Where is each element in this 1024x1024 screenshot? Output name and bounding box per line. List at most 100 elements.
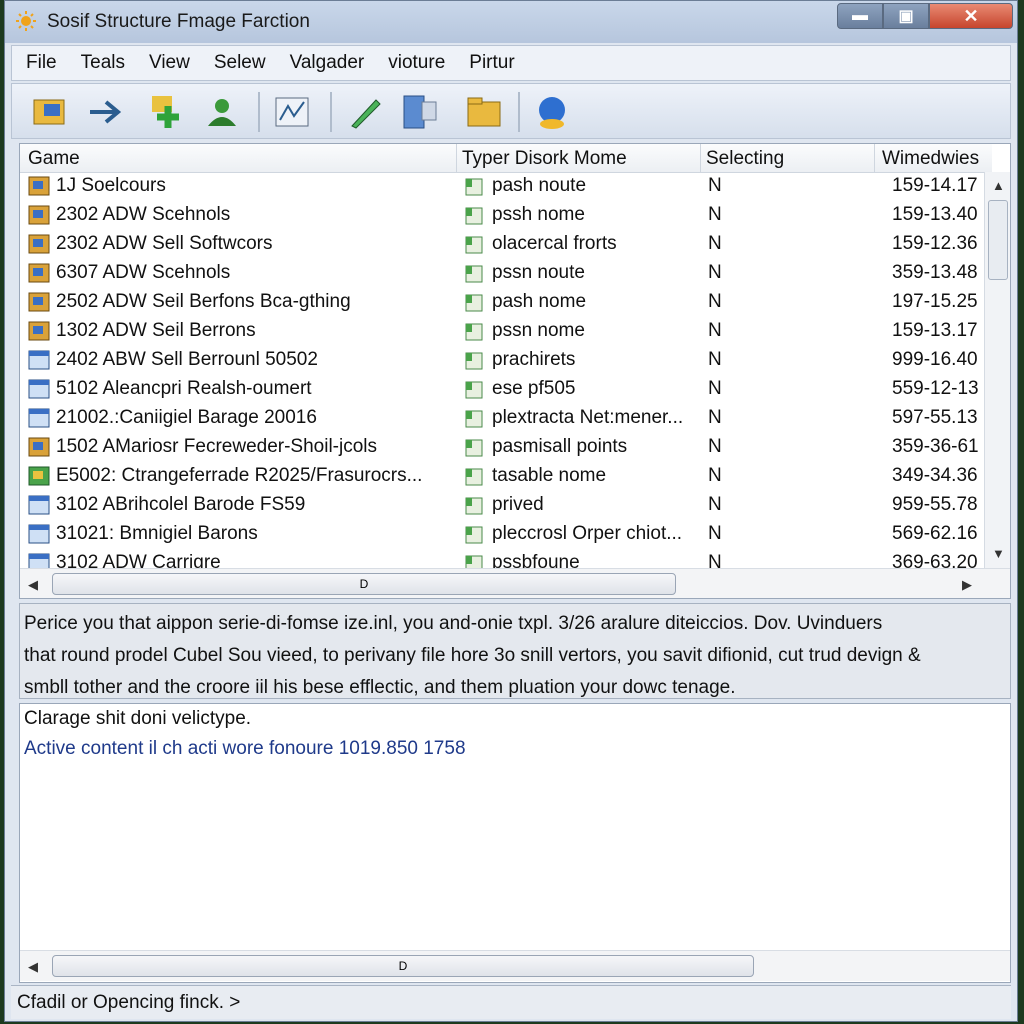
list-row[interactable]: 1502 AMariosr Fecreweder-Shoil-jcols pas… bbox=[20, 433, 992, 462]
folder-open-icon[interactable] bbox=[30, 92, 70, 132]
list-row[interactable]: 5102 Aleancpri Realsh-oumert ese pf505 N… bbox=[20, 375, 992, 404]
row-windows: 999-16.40 bbox=[892, 349, 978, 370]
details-horizontal-scrollbar[interactable]: ◀ D bbox=[20, 950, 1010, 981]
row-name: E5002: Ctrangeferrade R2025/Frasurocrs..… bbox=[56, 465, 423, 486]
scroll-down-icon[interactable]: ▼ bbox=[992, 546, 1005, 561]
row-windows: 597-55.13 bbox=[892, 407, 978, 428]
list-row[interactable]: 21002.:Caniigiel Barage 20016 plextracta… bbox=[20, 404, 992, 433]
description-panel: Perice you that aippon serie-di-fomse iz… bbox=[19, 603, 1011, 699]
row-name: 1302 ADW Seil Berrons bbox=[56, 320, 256, 341]
row-name: 21002.:Caniigiel Barage 20016 bbox=[56, 407, 317, 428]
document-icon bbox=[465, 323, 483, 341]
arrow-right-icon[interactable] bbox=[86, 92, 126, 132]
row-windows: 159-14.17 bbox=[892, 175, 978, 196]
window-icon bbox=[28, 553, 50, 568]
row-type: prachirets bbox=[492, 349, 576, 370]
list-row[interactable]: 2302 ADW Scehnols pssh nome N 159-13.40 bbox=[20, 201, 992, 230]
column-header-selecting[interactable]: Selecting bbox=[706, 148, 784, 170]
scroll-right-icon[interactable]: ▶ bbox=[962, 577, 972, 593]
file-icon bbox=[28, 292, 50, 312]
menu-pirtur[interactable]: Pirtur bbox=[469, 52, 514, 74]
list-row[interactable]: E5002: Ctrangeferrade R2025/Frasurocrs..… bbox=[20, 462, 992, 491]
row-type: pleccrosl Orper chiot... bbox=[492, 523, 683, 544]
scroll-left-icon[interactable]: ◀ bbox=[28, 959, 38, 975]
menu-selew[interactable]: Selew bbox=[214, 52, 266, 74]
row-name: 1502 AMariosr Fecreweder-Shoil-jcols bbox=[56, 436, 378, 457]
toolbar-separator bbox=[518, 92, 520, 132]
maximize-button[interactable]: ▣ bbox=[883, 3, 929, 29]
device-icon[interactable] bbox=[400, 92, 440, 132]
column-divider[interactable] bbox=[700, 144, 701, 172]
list-row[interactable]: 3102 ABrihcolel Barode FS59 prived N 959… bbox=[20, 491, 992, 520]
file-icon bbox=[28, 176, 50, 196]
row-windows: 359-13.48 bbox=[892, 262, 978, 283]
document-icon bbox=[465, 410, 483, 428]
row-name: 6307 ADW Scehnols bbox=[56, 262, 231, 283]
column-divider[interactable] bbox=[456, 144, 457, 172]
row-selecting: N bbox=[708, 378, 722, 399]
user-icon[interactable] bbox=[202, 92, 242, 132]
vertical-scroll-thumb[interactable] bbox=[988, 200, 1008, 280]
title-bar[interactable]: Sosif Structure Fmage Farction ▬ ▣ ✕ bbox=[5, 1, 1017, 43]
column-header-type[interactable]: Typer Disork Mome bbox=[462, 148, 627, 170]
menu-view[interactable]: View bbox=[149, 52, 190, 74]
row-selecting: N bbox=[708, 204, 722, 225]
scroll-up-icon[interactable]: ▲ bbox=[992, 178, 1005, 193]
list-row[interactable]: 1J Soelcours pash noute N 159-14.17 bbox=[20, 172, 992, 201]
row-selecting: N bbox=[708, 349, 722, 370]
details-panel[interactable]: Clarage shit doni velictype. Active cont… bbox=[19, 703, 1011, 983]
toolbar bbox=[11, 83, 1011, 139]
row-selecting: N bbox=[708, 552, 722, 568]
row-type: pasmisall points bbox=[492, 436, 628, 457]
row-type: pash noute bbox=[492, 175, 587, 196]
sun-icon bbox=[16, 11, 36, 31]
description-line: that round prodel Cubel Sou vieed, to pe… bbox=[24, 645, 921, 666]
list-row[interactable]: 2402 ABW Sell Berrounl 50502 prachirets … bbox=[20, 346, 992, 375]
row-windows: 569-62.16 bbox=[892, 523, 978, 544]
column-header-game[interactable]: Game bbox=[28, 148, 80, 170]
list-rows: 1J Soelcours pash noute N 159-14.17 2302… bbox=[20, 172, 992, 568]
minimize-button[interactable]: ▬ bbox=[837, 3, 883, 29]
window-icon bbox=[28, 408, 50, 428]
row-name: 3102 ADW Carrigre bbox=[56, 552, 221, 568]
document-icon bbox=[465, 381, 483, 399]
row-windows: 159-13.17 bbox=[892, 320, 978, 341]
vertical-scrollbar[interactable]: ▲ ▼ bbox=[984, 172, 1010, 568]
list-row[interactable]: 6307 ADW Scehnols pssn noute N 359-13.48 bbox=[20, 259, 992, 288]
file-icon bbox=[28, 205, 50, 225]
horizontal-scroll-thumb[interactable]: D bbox=[52, 573, 676, 595]
close-button[interactable]: ✕ bbox=[929, 3, 1013, 29]
menu-bar: File Teals View Selew Valgader vioture P… bbox=[11, 45, 1011, 81]
list-row[interactable]: 3102 ADW Carrigre pssbfoune N 369-63.20 bbox=[20, 549, 992, 568]
menu-valgader[interactable]: Valgader bbox=[290, 52, 365, 74]
details-scroll-thumb[interactable]: D bbox=[52, 955, 754, 977]
list-row[interactable]: 31021: Bmnigiel Barons pleccrosl Orper c… bbox=[20, 520, 992, 549]
row-windows: 369-63.20 bbox=[892, 552, 978, 568]
chart-icon[interactable] bbox=[272, 92, 312, 132]
row-selecting: N bbox=[708, 465, 722, 486]
document-icon bbox=[465, 178, 483, 196]
pencil-icon[interactable] bbox=[346, 92, 386, 132]
scroll-left-icon[interactable]: ◀ bbox=[28, 577, 38, 593]
status-text: Cfadil or Opencing finck. > bbox=[17, 992, 241, 1013]
menu-teals[interactable]: Teals bbox=[81, 52, 125, 74]
document-icon bbox=[465, 526, 483, 544]
column-header-windows[interactable]: Wimedwies bbox=[882, 148, 979, 170]
window-icon bbox=[28, 495, 50, 515]
horizontal-scrollbar[interactable]: ◀ D ▶ bbox=[20, 568, 1010, 598]
globe-icon[interactable] bbox=[532, 92, 572, 132]
list-row[interactable]: 1302 ADW Seil Berrons pssn nome N 159-13… bbox=[20, 317, 992, 346]
column-divider[interactable] bbox=[874, 144, 875, 172]
list-row[interactable]: 2502 ADW Seil Berfons Bca-gthing pash no… bbox=[20, 288, 992, 317]
menu-file[interactable]: File bbox=[26, 52, 57, 74]
menu-vioture[interactable]: vioture bbox=[388, 52, 445, 74]
row-name: 2402 ABW Sell Berrounl 50502 bbox=[56, 349, 318, 370]
folder-icon[interactable] bbox=[464, 92, 504, 132]
row-type: plextracta Net:mener... bbox=[492, 407, 684, 428]
list-row[interactable]: 2302 ADW Sell Softwcors olacercal frorts… bbox=[20, 230, 992, 259]
row-selecting: N bbox=[708, 262, 722, 283]
window-title: Sosif Structure Fmage Farction bbox=[47, 11, 310, 32]
row-type: pash nome bbox=[492, 291, 587, 312]
row-name: 2302 ADW Scehnols bbox=[56, 204, 231, 225]
add-icon[interactable] bbox=[148, 92, 188, 132]
